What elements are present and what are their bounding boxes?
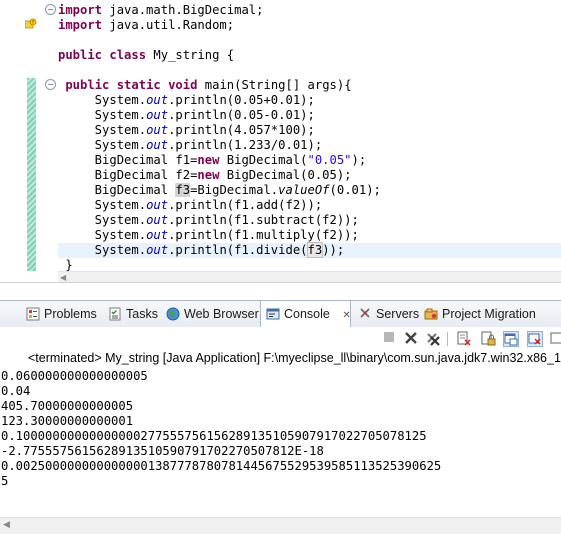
code-line[interactable]: BigDecimal f2=new BigDecimal(0.05); <box>58 168 352 183</box>
warning-icon[interactable]: ! <box>25 18 37 30</box>
console-output[interactable]: 0.060000000000000005 0.04 405.700000000000… <box>0 367 561 517</box>
remove-launch-button[interactable] <box>403 331 419 347</box>
code-line[interactable]: System.out.println(f1.add(f2)); <box>58 198 323 213</box>
code-line[interactable]: BigDecimal f1=new BigDecimal("0.05"); <box>58 153 367 168</box>
console-status-label: <terminated> My_string [Java Application… <box>28 351 561 365</box>
tab-web-browser[interactable]: Web Browser <box>166 301 259 327</box>
tab-project-migration-label: Project Migration <box>442 307 536 321</box>
remove-all-terminated-button[interactable] <box>425 331 441 347</box>
code-line[interactable]: System.out.println(1.233/0.01); <box>58 138 323 153</box>
tab-problems[interactable]: Problems <box>26 301 97 327</box>
fold-imports-icon[interactable]: − <box>45 4 56 15</box>
code-line[interactable]: System.out.println(4.057*100); <box>58 123 315 138</box>
console-output-line: 5 <box>1 474 9 488</box>
code-editor[interactable]: ! − − import java.math.BigDecimal; import… <box>0 0 561 282</box>
display-console-dropdown[interactable] <box>550 331 561 347</box>
views-tab-bar: Problems Tasks Web Browser Console ✕ Ser <box>0 300 561 328</box>
tasks-icon <box>109 307 121 321</box>
scroll-lock-button[interactable] <box>480 331 496 347</box>
code-line[interactable]: System.out.println(f1.divide(f3)); <box>58 242 344 258</box>
close-icon[interactable]: ✕ <box>342 310 350 321</box>
console-output-line: 405.70000000000005 <box>1 399 134 413</box>
show-console-button[interactable] <box>527 331 543 347</box>
tab-console[interactable]: Console ✕ <box>260 301 351 328</box>
editor-gutter <box>0 0 22 282</box>
pane-divider[interactable] <box>0 282 561 301</box>
scroll-left-icon[interactable]: ◀ <box>60 273 66 282</box>
console-output-line: 0.00250000000000000013877787807814456755… <box>1 459 442 473</box>
tab-project-migration[interactable]: Project Migration <box>424 301 536 327</box>
servers-icon <box>360 308 370 318</box>
console-output-line: 0.10000000000000000277555756156289135105… <box>1 429 427 443</box>
code-line[interactable]: System.out.println(0.05-0.01); <box>58 108 315 123</box>
fold-method-icon[interactable]: − <box>45 79 56 90</box>
svg-text:!: ! <box>32 20 34 26</box>
migration-icon <box>424 308 438 320</box>
tab-web-browser-label: Web Browser <box>184 307 259 321</box>
code-line[interactable]: public static void main(String[] args){ <box>58 78 351 93</box>
toolbar-separator <box>447 332 448 346</box>
tab-problems-label: Problems <box>44 307 97 321</box>
code-line[interactable]: System.out.println(f1.multiply(f2)); <box>58 228 359 243</box>
globe-icon <box>166 307 180 321</box>
console-toolbar <box>0 327 561 349</box>
pin-console-button[interactable] <box>503 331 519 347</box>
console-output-line: -2.7755575615628913510590791702270507812… <box>1 444 324 458</box>
console-horizontal-scrollbar[interactable]: ◀ <box>0 517 561 534</box>
tab-servers[interactable]: Servers <box>358 301 419 327</box>
code-line[interactable]: BigDecimal f3=BigDecimal.valueOf(0.01); <box>58 183 381 198</box>
code-line[interactable]: import java.math.BigDecimal; <box>58 3 263 18</box>
code-line[interactable]: public class My_string { <box>58 48 234 63</box>
tab-tasks-label: Tasks <box>126 307 158 321</box>
tab-servers-label: Servers <box>376 307 420 321</box>
console-icon <box>266 308 280 320</box>
code-line[interactable]: System.out.println(f1.subtract(f2)); <box>58 213 359 228</box>
code-line[interactable]: import java.util.Random; <box>58 18 234 33</box>
clear-console-button[interactable] <box>456 331 472 347</box>
console-output-line: 0.060000000000000005 <box>1 369 148 383</box>
console-output-line: 0.04 <box>1 384 31 398</box>
quick-diff-marker <box>27 78 36 271</box>
code-line[interactable]: System.out.println(0.05+0.01); <box>58 93 315 108</box>
console-output-line: 123.30000000000001 <box>1 414 134 428</box>
terminate-button[interactable] <box>381 331 397 347</box>
tab-tasks[interactable]: Tasks <box>108 301 158 327</box>
problems-icon <box>26 307 40 321</box>
tab-console-label: Console <box>284 307 330 321</box>
scroll-left-icon[interactable]: ◀ <box>3 520 10 530</box>
editor-horizontal-scrollbar[interactable]: ◀ <box>58 271 561 282</box>
